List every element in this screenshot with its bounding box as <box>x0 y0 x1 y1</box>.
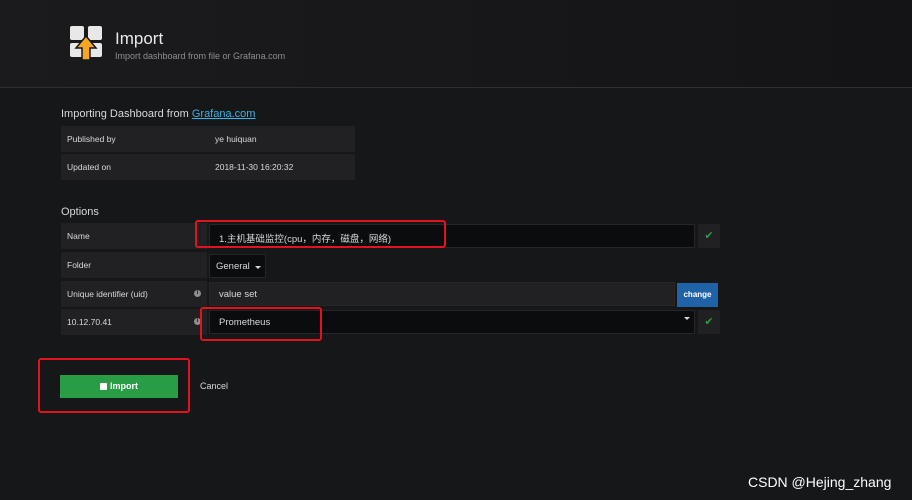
import-icon <box>70 26 102 61</box>
folder-label-cell: Folder <box>61 252 207 278</box>
annotation-box-import <box>38 358 190 413</box>
folder-select-value: General <box>216 261 250 272</box>
page-title: Import <box>115 29 164 48</box>
uid-label: Unique identifier (uid) <box>67 289 148 299</box>
info-icon[interactable]: i <box>194 290 201 297</box>
datasource-label: 10.12.70.41 <box>67 317 112 327</box>
watermark: CSDN @Hejing_zhang <box>748 474 892 490</box>
annotation-box-name <box>195 220 446 248</box>
chevron-down-icon <box>255 266 261 269</box>
page-header: Import Import dashboard from file or Gra… <box>0 0 912 88</box>
importing-prefix: Importing Dashboard from <box>61 108 192 120</box>
folder-label: Folder <box>67 260 92 270</box>
options-heading: Options <box>61 206 99 218</box>
published-by-value: ye huiquan <box>215 134 257 144</box>
annotation-box-datasource <box>200 307 322 341</box>
importing-heading: Importing Dashboard from Grafana.com <box>61 108 255 120</box>
datasource-label-cell: 10.12.70.41 i <box>61 309 207 335</box>
grafana-com-link[interactable]: Grafana.com <box>192 108 256 120</box>
datasource-valid-check-icon: ✔ <box>698 310 720 334</box>
name-label-cell: Name <box>61 223 207 249</box>
change-uid-button[interactable]: change <box>677 283 718 307</box>
name-label: Name <box>67 231 90 241</box>
name-valid-check-icon: ✔ <box>698 224 720 248</box>
updated-on-row: Updated on 2018-11-30 16:20:32 <box>61 154 355 180</box>
page-subtitle: Import dashboard from file or Grafana.co… <box>115 51 286 61</box>
uid-input[interactable]: value set <box>209 282 675 306</box>
folder-select[interactable]: General <box>209 254 266 278</box>
published-by-row: Published by ye huiquan <box>61 126 355 152</box>
updated-on-label: Updated on <box>67 162 111 172</box>
published-by-label: Published by <box>67 134 116 144</box>
updated-on-value: 2018-11-30 16:20:32 <box>215 162 294 172</box>
uid-label-cell: Unique identifier (uid) i <box>61 281 207 307</box>
chevron-down-icon <box>684 317 690 320</box>
cancel-button[interactable]: Cancel <box>200 381 228 391</box>
uid-input-value: value set <box>219 289 258 300</box>
